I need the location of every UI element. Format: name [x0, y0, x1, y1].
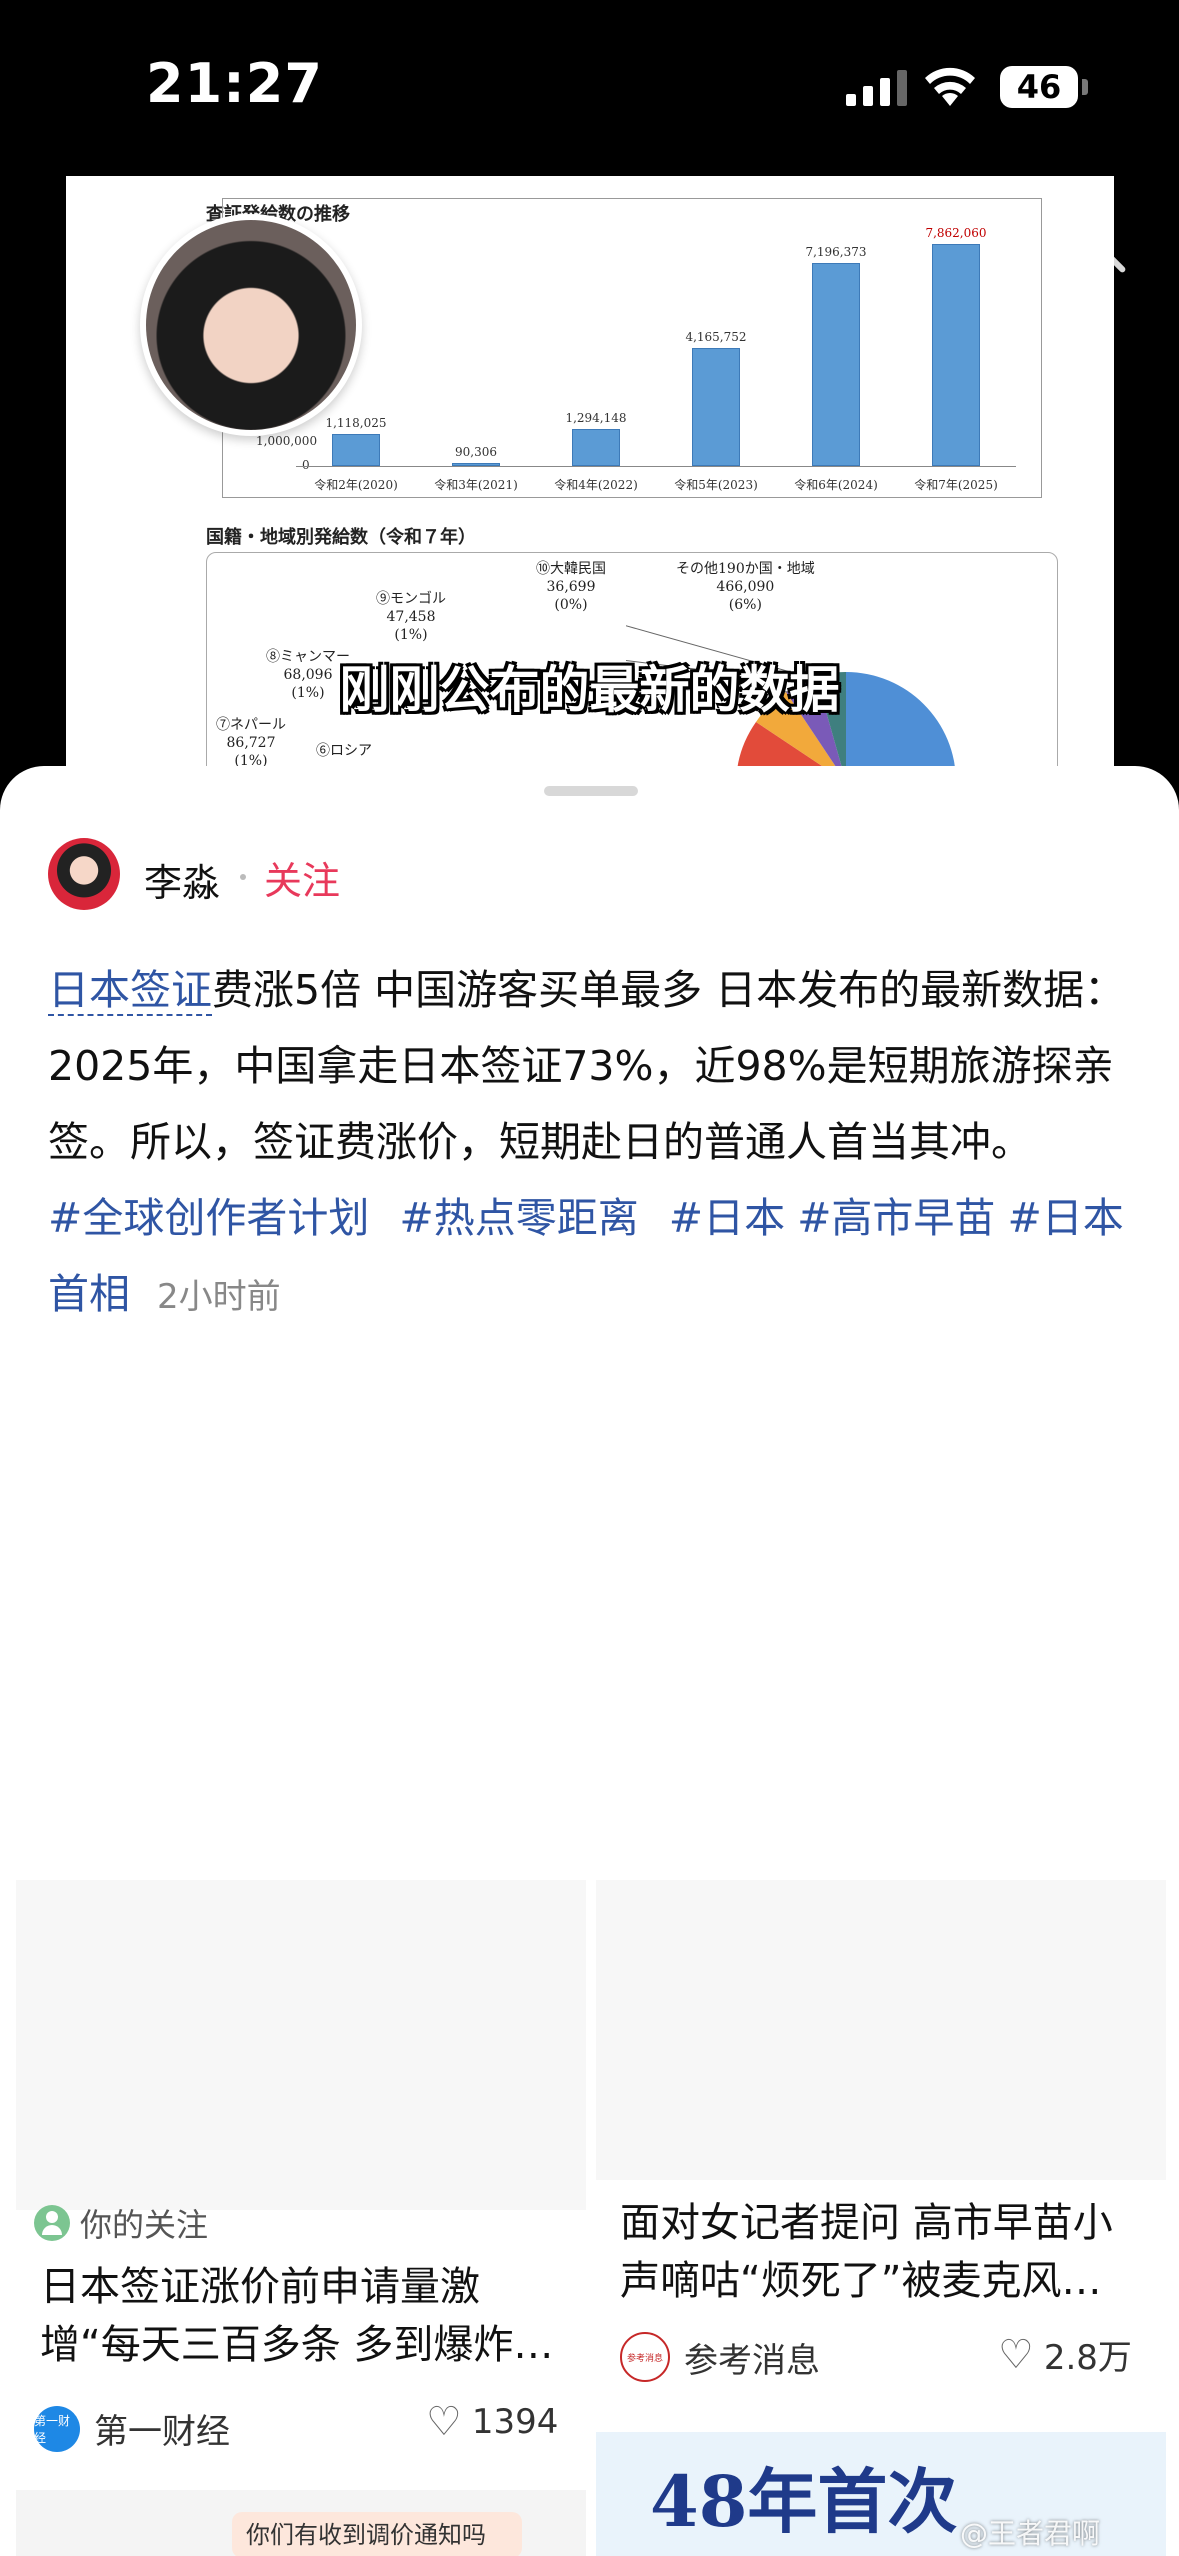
separator-dot [240, 874, 246, 880]
pie-label-russia: ⑥ロシア [316, 743, 372, 759]
card-source: 参考消息 参考消息 [620, 2332, 820, 2382]
wifi-icon [925, 67, 975, 106]
hashtag[interactable]: #日本 [669, 1194, 785, 1242]
video-subtitle: 刚刚公布的最新的数据 [339, 661, 840, 719]
card-source: 第一财经 第一财经 [34, 2404, 230, 2453]
card-title: 面对女记者提问 高市早苗小声嘀咕“烦死了”被麦克风… [620, 2200, 1113, 2304]
x-tick-label: 令和7年(2025) [914, 478, 998, 492]
clock: 21:27 [146, 52, 323, 115]
bar [332, 434, 380, 466]
heart-icon: ♡ [998, 2331, 1034, 2378]
cellular-signal-icon [846, 70, 907, 106]
bar [452, 463, 500, 466]
card-title: 日本签证涨价前申请量激增“每天三百多条 多到爆炸… [40, 2264, 554, 2368]
x-axis-line [296, 466, 1016, 467]
x-tick-label: 令和5年(2023) [674, 478, 758, 492]
status-bar: 21:27 46 [0, 0, 1179, 170]
watermark: @王者君啊 [960, 2517, 1101, 2550]
pie-label-other: その他190か国・地域 466,090 (6%) [676, 561, 815, 613]
card-thumbnail [596, 1880, 1166, 2180]
hashtag[interactable]: #热点零距离 [399, 1194, 638, 1242]
bar-value-label: 7,862,060 [925, 226, 987, 240]
card-thumbnail [16, 1880, 586, 2210]
drag-handle[interactable] [544, 786, 638, 796]
like-number: 1394 [471, 2402, 559, 2442]
bar [692, 348, 740, 466]
like-number: 2.8万 [1043, 2338, 1132, 2378]
x-tick-label: 令和3年(2021) [434, 478, 518, 492]
notice-pill: 你们有收到调价通知吗 [232, 2512, 522, 2556]
source-logo-icon: 参考消息 [620, 2332, 670, 2382]
bar [932, 244, 980, 466]
feed-card[interactable]: 你的关注 日本签证涨价前申请量激增“每天三百多条 多到爆炸… 第一财经 第一财经… [16, 1880, 586, 2500]
follow-hint-text: 你的关注 [80, 2206, 209, 2244]
pie-label-nepal: ⑦ネパール 86,727 (1%) [216, 717, 286, 769]
card-headline: 48年首次 [650, 2460, 958, 2543]
heart-icon: ♡ [426, 2399, 462, 2445]
battery-tip [1082, 79, 1088, 95]
source-name: 参考消息 [684, 2340, 820, 2381]
bar-value-label: 90,306 [455, 445, 497, 460]
bar-value-label: 1,294,148 [565, 411, 627, 426]
bar [572, 429, 620, 466]
follow-button[interactable]: 关注 [264, 850, 340, 905]
pie-label-mongolia: ⑨モンゴル 47,458 (1%) [376, 591, 446, 643]
hashtag[interactable]: #全球创作者计划 [48, 1194, 369, 1242]
author-avatar[interactable] [48, 838, 120, 910]
presenter-avatar [140, 214, 362, 436]
post-timestamp: 2小时前 [157, 1277, 281, 1317]
feed-card[interactable]: 面对女记者提问 高市早苗小声嘀咕“烦死了”被麦克风… 参考消息 参考消息 ♡ 2… [596, 1880, 1166, 2440]
x-tick-label: 令和2年(2020) [314, 478, 398, 492]
search-icon[interactable] [1062, 214, 1132, 284]
hashtag[interactable]: #高市早苗 [797, 1194, 995, 1242]
pie-chart-title: 国籍・地域別発給数（令和７年） [206, 527, 476, 548]
x-tick-label: 令和4年(2022) [554, 478, 638, 492]
person-icon [34, 2205, 70, 2241]
topic-link[interactable]: 日本签证 [48, 966, 212, 1016]
bar-value-label: 4,165,752 [685, 330, 747, 345]
follow-hint: 你的关注 [34, 2200, 208, 2246]
pie-label-korea: ⑩大韓民国 36,699 (0%) [536, 561, 606, 613]
like-count[interactable]: ♡ 1394 [426, 2402, 558, 2442]
bar [812, 262, 860, 466]
source-logo-icon: 第一财经 [34, 2405, 80, 2452]
y-tick-label: 0 [302, 458, 310, 472]
bar-value-label: 1,118,025 [325, 416, 387, 431]
y-tick-label: 1,000,000 [256, 434, 318, 448]
source-name: 第一财经 [94, 2412, 230, 2452]
post-body: 日本签证费涨5倍 中国游客买单最多 日本发布的最新数据：2025年，中国拿走日本… [48, 952, 1138, 1335]
x-tick-label: 令和6年(2024) [794, 478, 878, 492]
author-name[interactable]: 李淼 [144, 852, 220, 907]
battery-icon: 46 [1000, 66, 1078, 108]
bar-value-label: 7,196,373 [805, 244, 867, 259]
like-count[interactable]: ♡ 2.8万 [998, 2330, 1132, 2379]
